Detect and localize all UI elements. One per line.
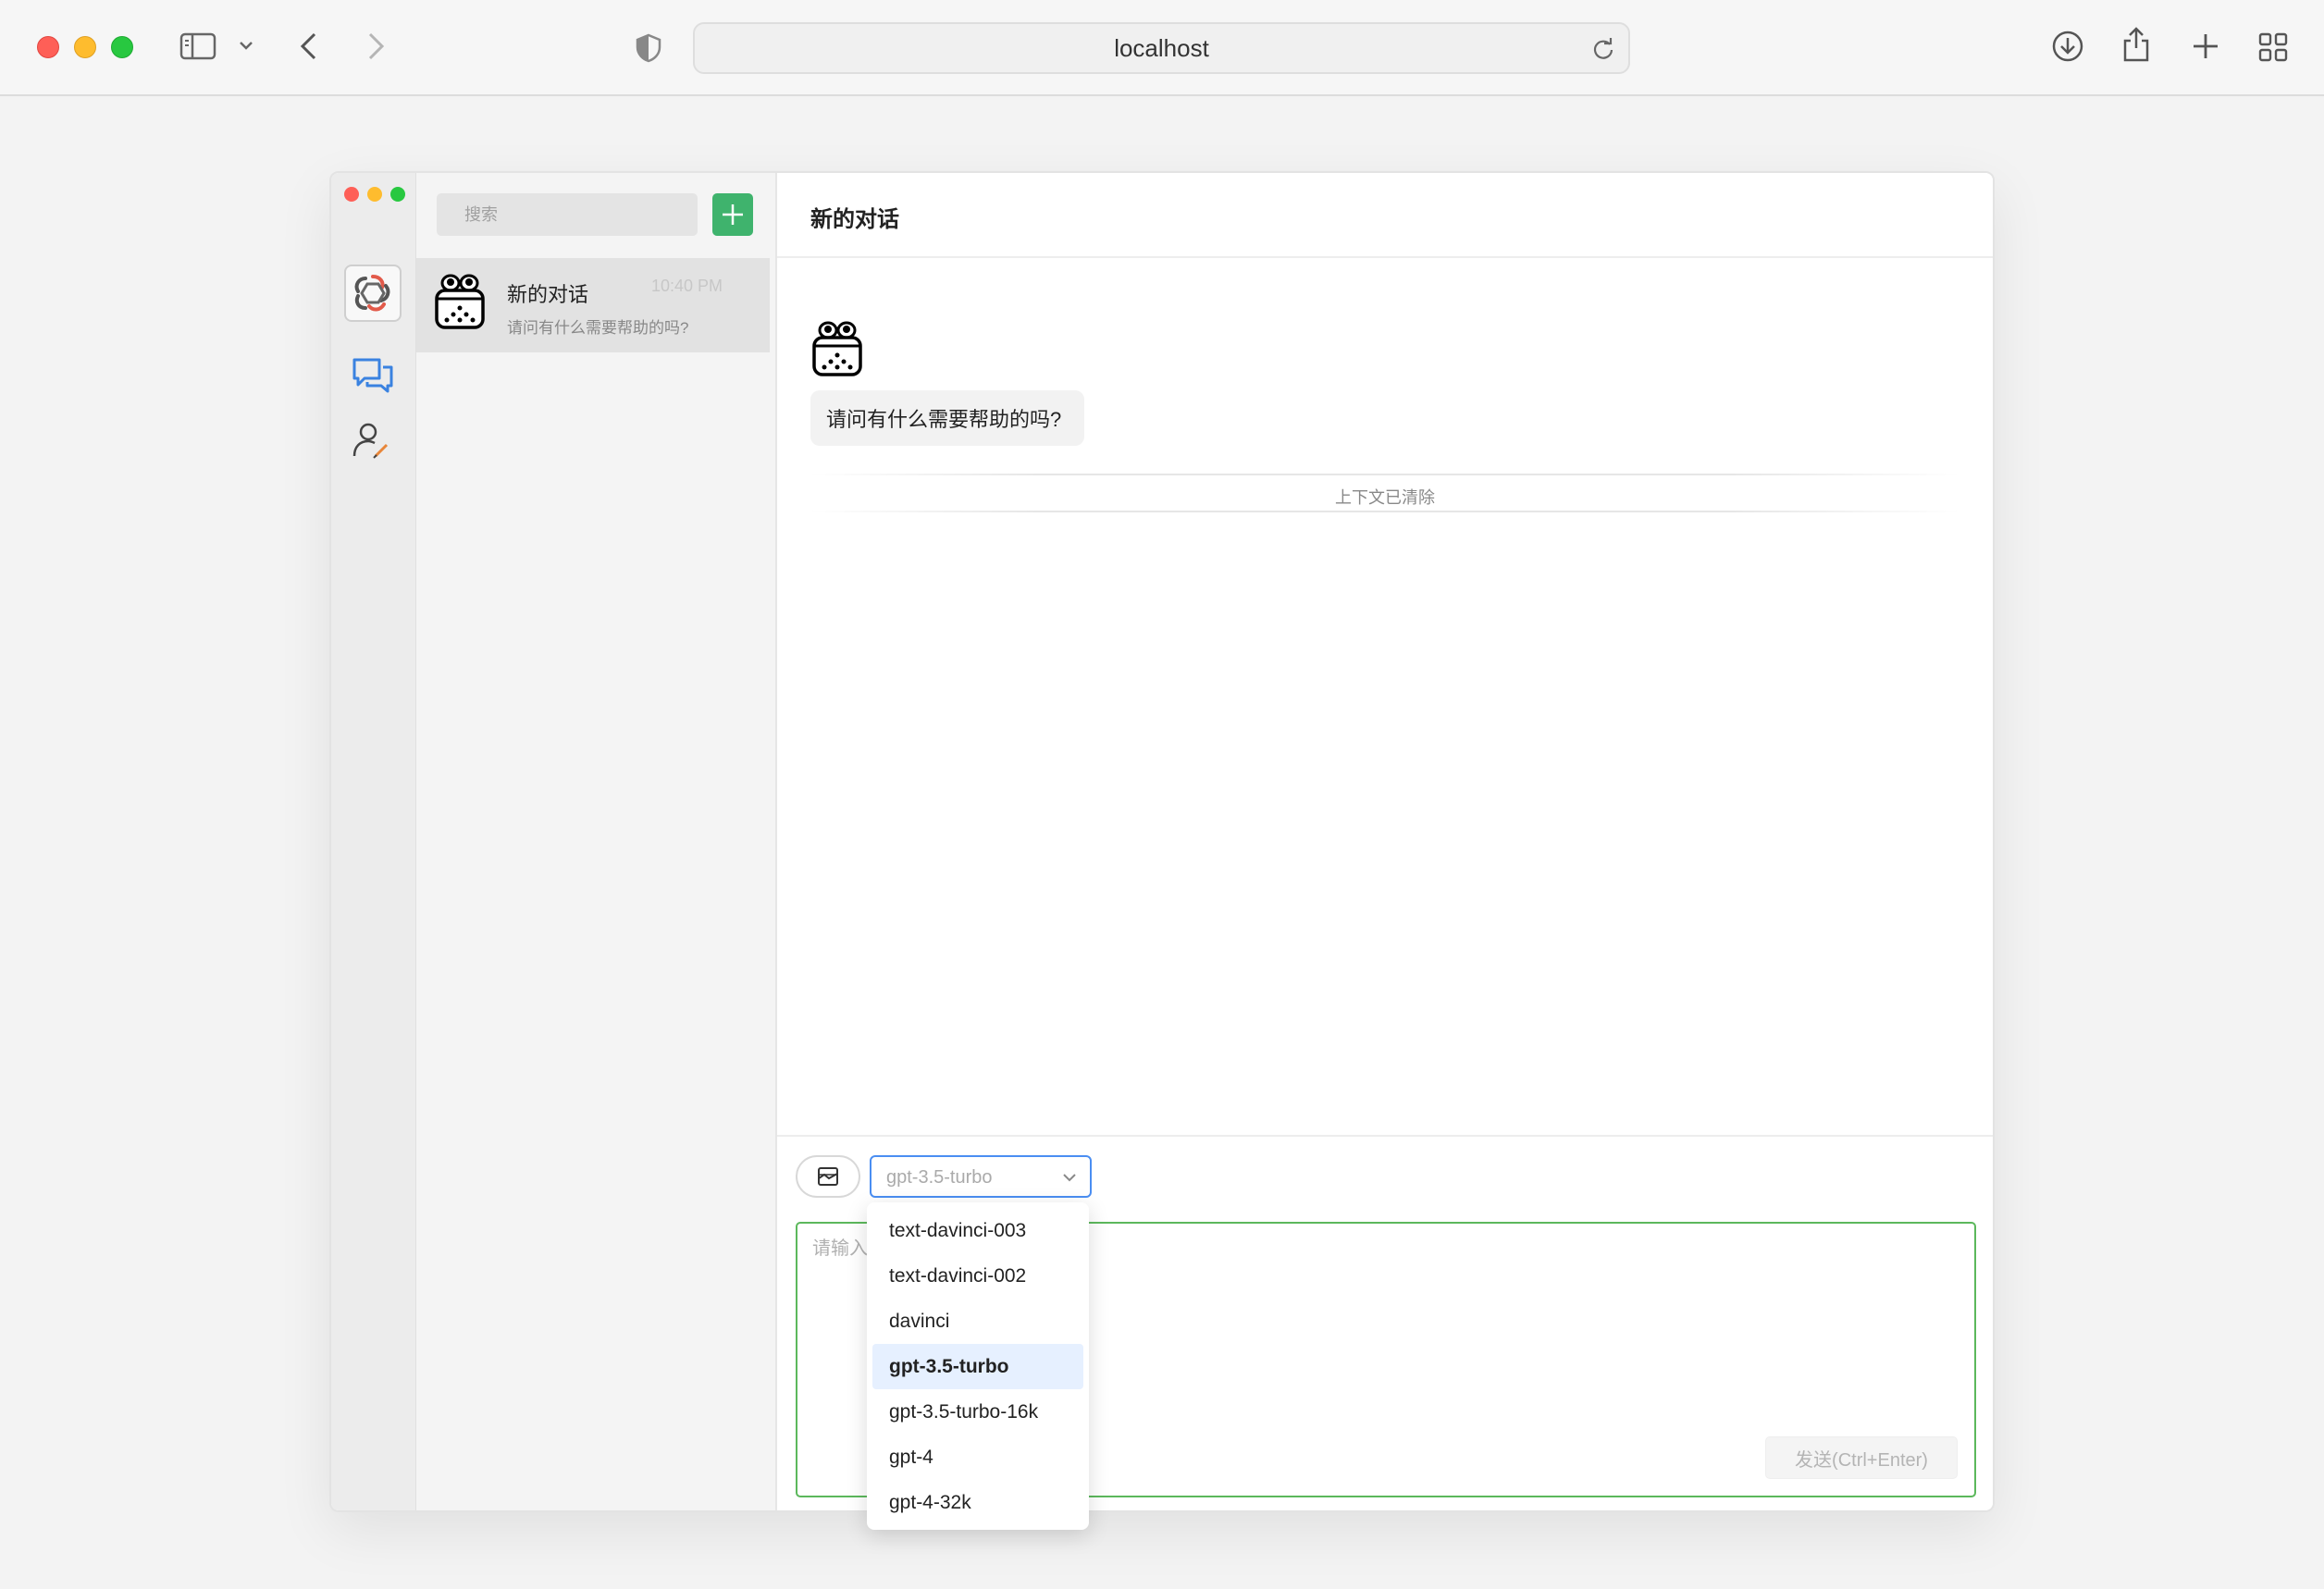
- image-upload-button[interactable]: [796, 1155, 860, 1198]
- app-zoom-dot[interactable]: [390, 187, 405, 202]
- context-cleared-text: 上下文已清除: [1335, 488, 1435, 507]
- app-logo-icon[interactable]: [344, 265, 402, 322]
- model-select[interactable]: gpt-3.5-turbo: [870, 1155, 1092, 1198]
- chevron-down-icon[interactable]: [239, 40, 253, 51]
- tab-overview-icon[interactable]: [2257, 31, 2289, 63]
- model-option[interactable]: gpt-4: [872, 1435, 1083, 1480]
- image-icon: [818, 1167, 838, 1186]
- bot-avatar-icon: [810, 321, 864, 383]
- forward-icon[interactable]: [365, 31, 387, 61]
- context-cleared-divider: 上下文已清除: [810, 474, 1959, 512]
- chat-header: 新的对话: [777, 173, 1993, 258]
- send-button[interactable]: 发送(Ctrl+Enter): [1765, 1436, 1958, 1479]
- plus-icon: [723, 204, 743, 225]
- divider-line: [810, 474, 1959, 475]
- sidebar-toggle-icon[interactable]: [179, 31, 216, 61]
- nav-rail: [331, 173, 416, 1510]
- close-window-button[interactable]: [37, 36, 59, 58]
- model-option[interactable]: gpt-3.5-turbo-16k: [872, 1389, 1083, 1435]
- conversation-time: 10:40 PM: [651, 277, 723, 295]
- download-icon[interactable]: [2051, 30, 2084, 63]
- conversation-preview: 请问有什么需要帮助的吗?: [507, 319, 689, 337]
- chevron-down-icon: [1062, 1171, 1077, 1188]
- assistant-message-bubble: 请问有什么需要帮助的吗?: [810, 390, 1085, 446]
- share-icon[interactable]: [2121, 26, 2151, 63]
- search-box: [437, 193, 698, 236]
- search-input[interactable]: [437, 193, 698, 236]
- minimize-window-button[interactable]: [74, 36, 96, 58]
- model-option[interactable]: text-davinci-002: [872, 1253, 1083, 1299]
- app-close-dot[interactable]: [344, 187, 359, 202]
- new-conversation-button[interactable]: [712, 193, 753, 236]
- model-dropdown-menu: text-davinci-003 text-davinci-002 davinc…: [867, 1202, 1089, 1530]
- user-settings-icon[interactable]: [352, 421, 390, 464]
- app-minimize-dot[interactable]: [367, 187, 382, 202]
- chat-title: 新的对话: [810, 207, 899, 232]
- browser-toolbar: localhost: [0, 0, 2324, 96]
- model-option[interactable]: text-davinci-003: [872, 1208, 1083, 1253]
- model-option[interactable]: davinci: [872, 1299, 1083, 1344]
- chat-nav-icon[interactable]: [352, 356, 394, 400]
- conversation-title: 新的对话: [507, 283, 589, 306]
- bot-avatar-icon: [433, 274, 487, 336]
- model-select-value: gpt-3.5-turbo: [886, 1167, 993, 1188]
- new-tab-icon[interactable]: [2191, 31, 2220, 61]
- privacy-shield-icon[interactable]: [634, 33, 663, 63]
- zoom-window-button[interactable]: [111, 36, 133, 58]
- model-option-selected[interactable]: gpt-3.5-turbo: [872, 1344, 1083, 1389]
- reload-icon[interactable]: [1591, 37, 1615, 66]
- conversation-item[interactable]: 新的对话 10:40 PM 请问有什么需要帮助的吗?: [416, 258, 770, 352]
- model-option[interactable]: gpt-4-32k: [872, 1480, 1083, 1525]
- conversation-list-pane: 新的对话 10:40 PM 请问有什么需要帮助的吗?: [416, 173, 777, 1510]
- url-text: localhost: [1114, 33, 1209, 62]
- address-bar[interactable]: localhost: [693, 22, 1630, 74]
- back-icon[interactable]: [298, 31, 320, 61]
- chat-app-window: 新的对话 10:40 PM 请问有什么需要帮助的吗? 新的对话 请问有什么需要帮…: [329, 171, 1995, 1512]
- divider-line: [810, 511, 1959, 512]
